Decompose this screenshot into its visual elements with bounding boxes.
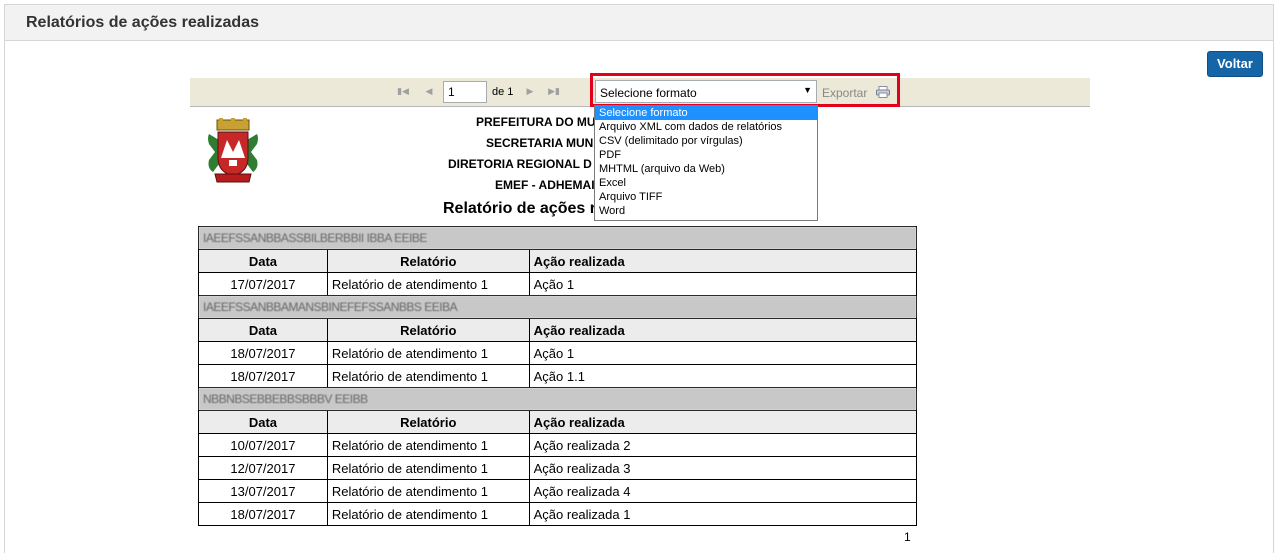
table-cell: 17/07/2017 <box>198 272 328 296</box>
export-link[interactable]: Exportar <box>822 86 867 100</box>
export-format-option[interactable]: CSV (delimitado por vírgulas) <box>595 134 817 148</box>
back-button[interactable]: Voltar <box>1207 51 1263 77</box>
column-header: Data <box>198 318 328 342</box>
export-format-option[interactable]: Selecione formato <box>595 106 817 120</box>
table-cell: Relatório de atendimento 1 <box>326 341 530 365</box>
table-row: 13/07/2017 Relatório de atendimento 1 Ação… <box>198 479 918 503</box>
report-header-line: DIRETORIA REGIONAL D <box>448 157 592 171</box>
column-header-row: Data Relatório Ação realizada <box>198 318 918 342</box>
page-count-label: de 1 <box>492 86 514 98</box>
table-cell: Relatório de atendimento 1 <box>326 272 530 296</box>
column-header: Ação realizada <box>528 318 918 342</box>
column-header: Data <box>198 410 328 434</box>
column-header: Relatório <box>326 410 530 434</box>
table-cell: Relatório de atendimento 1 <box>326 456 530 480</box>
table-cell: Ação realizada 4 <box>528 479 918 503</box>
first-page-icon[interactable]: ▮◀ <box>396 85 410 99</box>
column-header: Relatório <box>326 249 530 273</box>
table-cell: 18/07/2017 <box>198 364 328 388</box>
report-header-line: SECRETARIA MUN <box>486 136 594 150</box>
table-cell: Relatório de atendimento 1 <box>326 502 530 526</box>
column-header: Relatório <box>326 318 530 342</box>
export-format-option[interactable]: Excel <box>595 176 817 190</box>
table-cell: 18/07/2017 <box>198 502 328 526</box>
group-name: IAEEFSSANBBASSBILBERBBII IBBA EEIBE <box>198 226 917 250</box>
page-number: 1 <box>904 530 911 544</box>
table-cell: Ação realizada 2 <box>528 433 918 457</box>
table-cell: 18/07/2017 <box>198 341 328 365</box>
group-row: IAEEFSSANBBASSBILBERBBII IBBA EEIBE <box>198 226 917 250</box>
print-icon[interactable] <box>876 86 890 98</box>
table-cell: Relatório de atendimento 1 <box>326 433 530 457</box>
export-format-option[interactable]: Word <box>595 204 817 218</box>
prev-page-icon[interactable]: ◀ <box>422 85 436 99</box>
chevron-down-icon: ▼ <box>803 85 812 95</box>
table-row: 18/07/2017 Relatório de atendimento 1 Ação… <box>198 364 918 388</box>
table-cell: Ação realizada 3 <box>528 456 918 480</box>
table-cell: Ação 1 <box>528 272 918 296</box>
next-page-icon[interactable]: ▶ <box>523 85 537 99</box>
last-page-icon[interactable]: ▶▮ <box>547 85 561 99</box>
column-header-row: Data Relatório Ação realizada <box>198 249 918 273</box>
city-coat-of-arms-logo <box>208 118 258 183</box>
table-cell: Relatório de atendimento 1 <box>326 364 530 388</box>
table-cell: Ação 1.1 <box>528 364 918 388</box>
report-header-line: PREFEITURA DO MU <box>476 115 596 129</box>
export-format-dropdown: Selecione formato Arquivo XML com dados d… <box>594 105 818 221</box>
table-cell: Ação realizada 1 <box>528 502 918 526</box>
group-row: IAEEFSSANBBAMANSBINEFEFSSANBBS EEIBA <box>198 295 917 319</box>
column-header-row: Data Relatório Ação realizada <box>198 410 918 434</box>
table-cell: 13/07/2017 <box>198 479 328 503</box>
page-number-input[interactable] <box>443 81 487 103</box>
export-format-option[interactable]: Arquivo TIFF <box>595 190 817 204</box>
table-cell: Ação 1 <box>528 341 918 365</box>
column-header: Ação realizada <box>528 410 918 434</box>
column-header: Data <box>198 249 328 273</box>
page-title: Relatórios de ações realizadas <box>5 5 1273 41</box>
report-title: Relatório de ações r <box>443 200 596 217</box>
table-row: 17/07/2017 Relatório de atendimento 1 Ação… <box>198 272 918 296</box>
report-header-line: EMEF - ADHEMAI <box>495 178 595 192</box>
table-row: 18/07/2017 Relatório de atendimento 1 Ação… <box>198 502 918 526</box>
table-row: 10/07/2017 Relatório de atendimento 1 Ação… <box>198 433 918 457</box>
table-cell: Relatório de atendimento 1 <box>326 479 530 503</box>
export-format-option[interactable]: MHTML (arquivo da Web) <box>595 162 817 176</box>
export-format-select[interactable]: Selecione formato ▼ <box>595 80 817 103</box>
group-row: NBBNBSEBBEBBSBBBV EEIBB <box>198 387 917 411</box>
table-cell: 12/07/2017 <box>198 456 328 480</box>
group-name: IAEEFSSANBBAMANSBINEFEFSSANBBS EEIBA <box>198 295 917 319</box>
table-cell: 10/07/2017 <box>198 433 328 457</box>
table-row: 18/07/2017 Relatório de atendimento 1 Ação… <box>198 341 918 365</box>
table-row: 12/07/2017 Relatório de atendimento 1 Ação… <box>198 456 918 480</box>
export-format-option[interactable]: PDF <box>595 148 817 162</box>
column-header: Ação realizada <box>528 249 918 273</box>
report-table: IAEEFSSANBBASSBILBERBBII IBBA EEIBE Data R… <box>198 226 918 526</box>
export-format-option[interactable]: Arquivo XML com dados de relatórios <box>595 120 817 134</box>
export-format-selected: Selecione formato <box>600 86 697 100</box>
group-name: NBBNBSEBBEBBSBBBV EEIBB <box>198 387 917 411</box>
